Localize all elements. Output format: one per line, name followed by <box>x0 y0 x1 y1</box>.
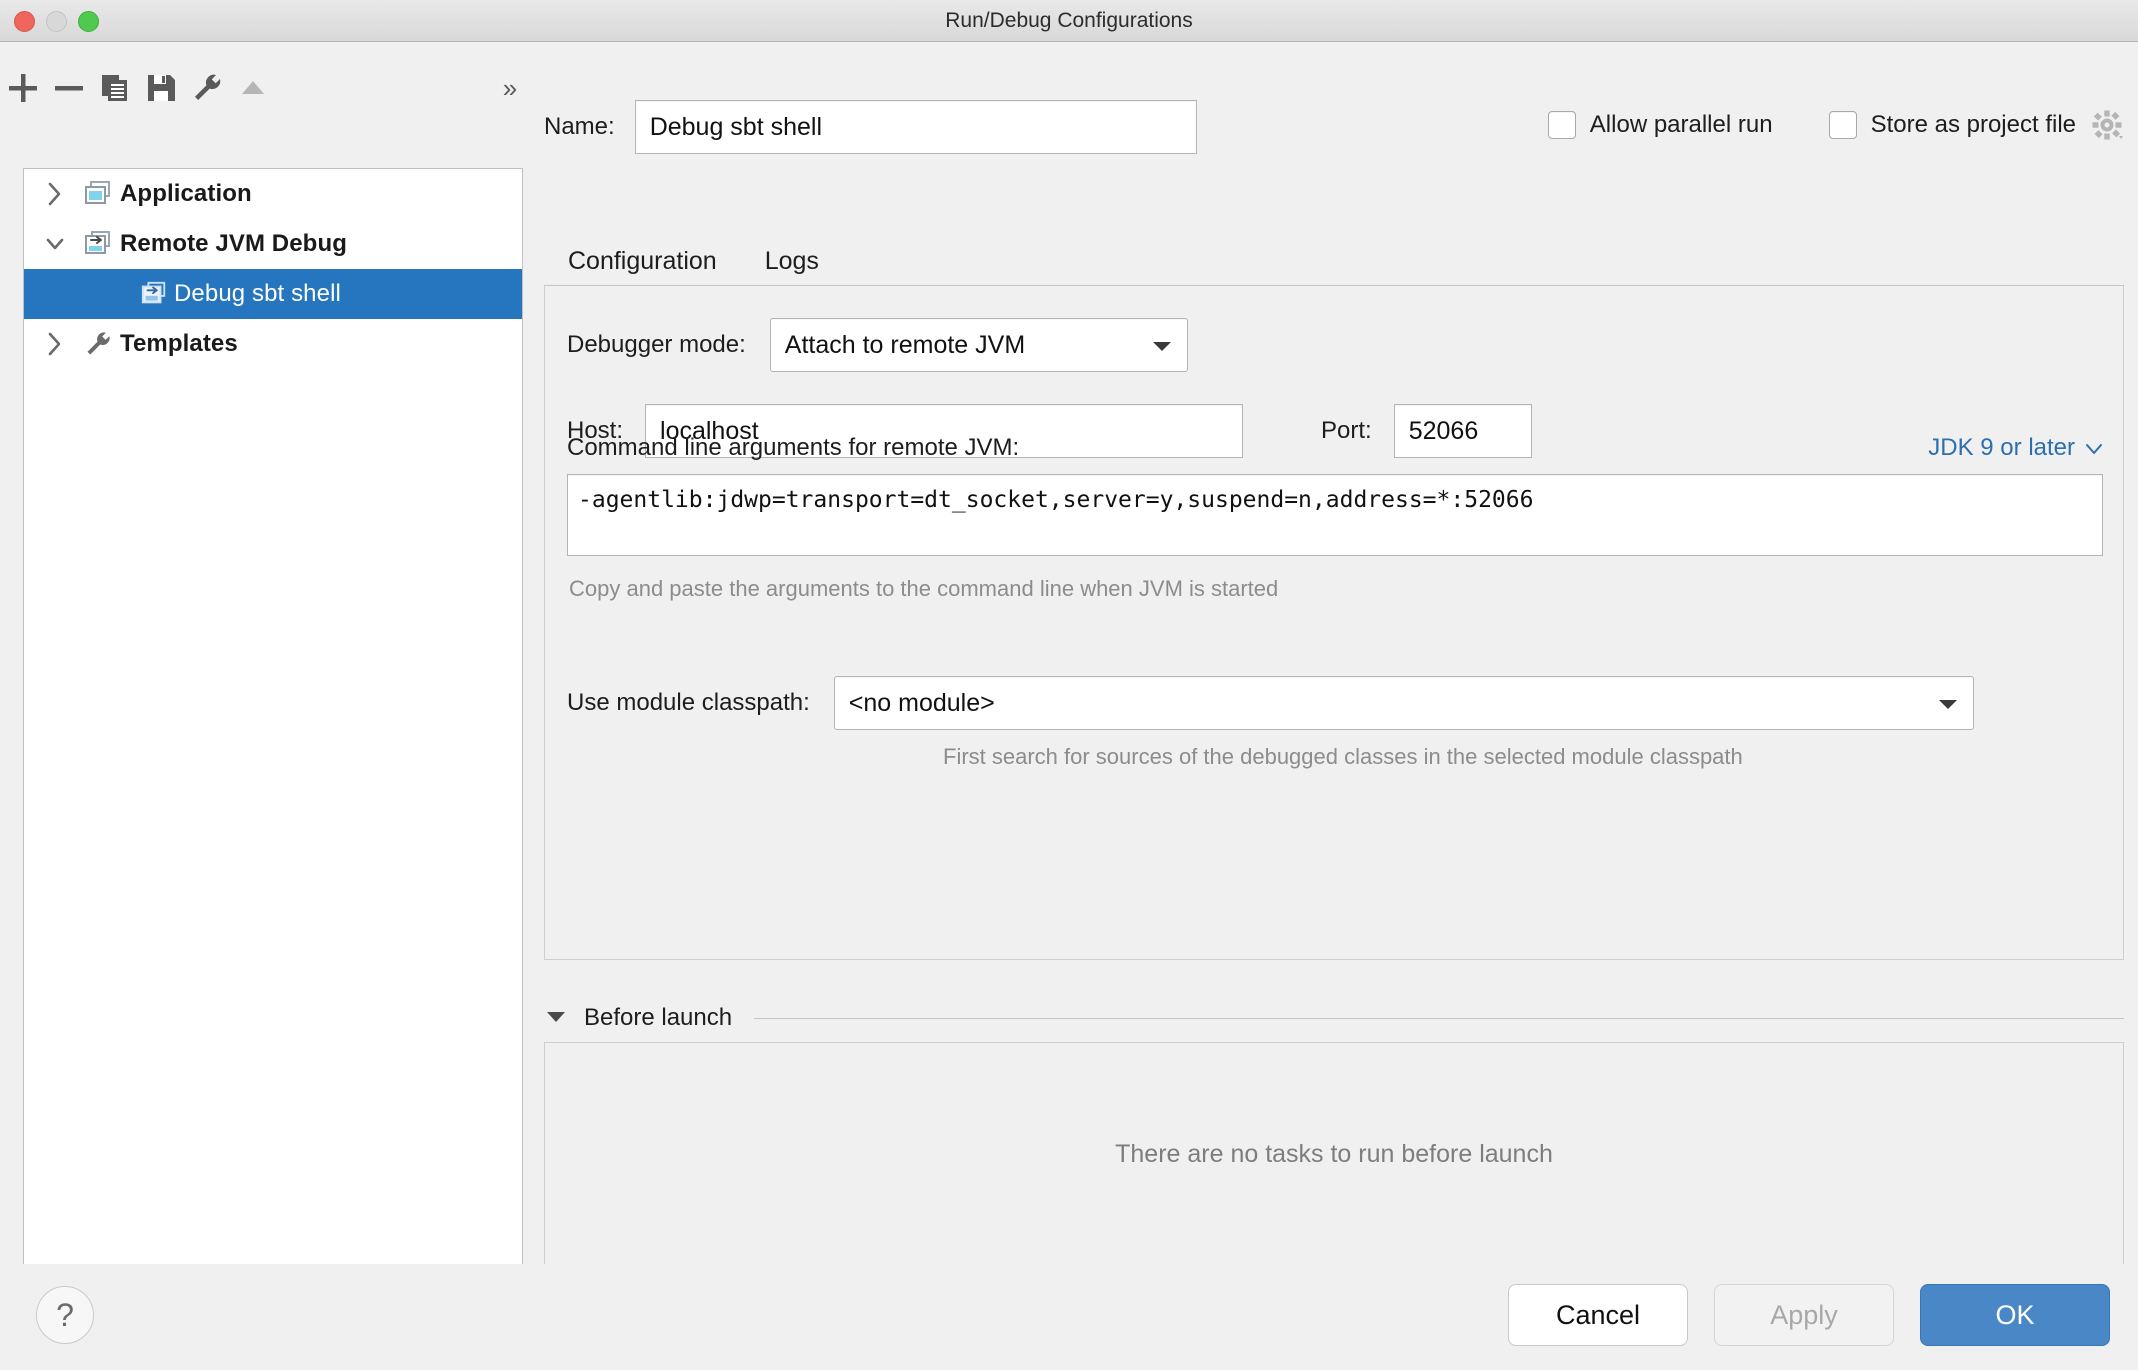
wrench-icon <box>76 330 120 358</box>
configuration-tab-panel: Debugger mode: Attach to remote JVM Host… <box>544 286 2124 960</box>
gear-icon[interactable] <box>2090 108 2124 142</box>
configuration-editor-pane: Name: Debug sbt shell Allow parallel run… <box>533 42 2138 1264</box>
ok-button[interactable]: OK <box>1920 1284 2110 1346</box>
window-titlebar: Run/Debug Configurations <box>0 0 2138 42</box>
module-classpath-hint: First search for sources of the debugged… <box>943 742 1773 772</box>
cancel-button[interactable]: Cancel <box>1508 1284 1688 1346</box>
question-mark-icon: ? <box>56 1297 74 1334</box>
name-input-value: Debug sbt shell <box>650 113 822 142</box>
name-label: Name: <box>544 113 615 141</box>
copy-icon <box>99 72 131 104</box>
triangle-up-icon <box>238 73 268 103</box>
store-as-project-file-checkbox[interactable]: Store as project file <box>1829 108 2124 142</box>
remote-jvm-debug-icon <box>76 229 120 259</box>
tree-item-remote-jvm-debug[interactable]: Remote JVM Debug <box>24 219 522 269</box>
dialog-footer: ? Cancel Apply OK <box>0 1264 2138 1370</box>
apply-button-label: Apply <box>1770 1300 1838 1331</box>
cancel-button-label: Cancel <box>1556 1300 1640 1331</box>
remote-jvm-debug-icon <box>134 280 174 308</box>
command-line-arguments-input[interactable]: -agentlib:jdwp=transport=dt_socket,serve… <box>567 474 2103 556</box>
tab-configuration[interactable]: Configuration <box>544 247 741 288</box>
chevron-down-icon <box>1151 331 1173 360</box>
tree-item-templates[interactable]: Templates <box>24 319 522 369</box>
zoom-window-button[interactable] <box>78 11 99 32</box>
command-line-label: Command line arguments for remote JVM: <box>567 434 1019 462</box>
debugger-mode-row: Debugger mode: Attach to remote JVM <box>567 318 1188 372</box>
before-launch-divider <box>754 1018 2124 1019</box>
close-window-button[interactable] <box>14 11 35 32</box>
debugger-mode-select[interactable]: Attach to remote JVM <box>770 318 1188 372</box>
tree-item-application[interactable]: Application <box>24 169 522 219</box>
wrench-icon <box>191 72 223 104</box>
debugger-mode-label: Debugger mode: <box>567 331 746 359</box>
save-configuration-button[interactable] <box>138 65 184 111</box>
name-input[interactable]: Debug sbt shell <box>635 100 1197 154</box>
ok-button-label: OK <box>1995 1300 2034 1331</box>
minus-icon <box>52 71 86 105</box>
debugger-mode-value: Attach to remote JVM <box>785 331 1025 360</box>
chevron-down-icon <box>2085 434 2103 462</box>
copy-configuration-button[interactable] <box>92 65 138 111</box>
chevron-right-icon[interactable] <box>34 331 76 357</box>
checkbox-label: Store as project file <box>1871 111 2076 139</box>
before-launch-empty-message: There are no tasks to run before launch <box>1115 1140 1553 1169</box>
module-classpath-value: <no module> <box>849 689 995 718</box>
help-button[interactable]: ? <box>36 1286 94 1344</box>
window-title: Run/Debug Configurations <box>0 9 2138 33</box>
command-line-arguments-value: -agentlib:jdwp=transport=dt_socket,serve… <box>578 487 1533 513</box>
command-line-header: Command line arguments for remote JVM: J… <box>567 434 2103 462</box>
checkbox-box[interactable] <box>1548 111 1576 139</box>
tree-item-label: Application <box>120 180 252 208</box>
tab-label: Logs <box>765 247 819 275</box>
configuration-options-group: Allow parallel run Store as project file <box>1492 108 2124 142</box>
tab-label: Configuration <box>568 247 717 275</box>
dialog-buttons: Cancel Apply OK <box>1508 1284 2110 1346</box>
configurations-tree[interactable]: Application Remote JVM Debug <box>23 168 523 1302</box>
more-options-button[interactable]: » <box>487 65 533 111</box>
name-field-row: Name: Debug sbt shell <box>544 100 1197 154</box>
jdk-version-label: JDK 9 or later <box>1928 434 2075 462</box>
dialog-body: » Application <box>0 42 2138 1370</box>
tree-item-label: Debug sbt shell <box>174 280 341 308</box>
chevron-down-icon[interactable] <box>34 233 76 255</box>
traffic-light-group <box>14 0 99 42</box>
edit-templates-button[interactable] <box>184 65 230 111</box>
checkbox-label: Allow parallel run <box>1590 111 1773 139</box>
configurations-toolbar: » <box>0 56 533 120</box>
move-up-button[interactable] <box>230 65 276 111</box>
jdk-version-selector[interactable]: JDK 9 or later <box>1928 434 2103 462</box>
chevron-down-icon <box>1937 689 1959 718</box>
application-config-icon <box>76 179 120 209</box>
module-classpath-select[interactable]: <no module> <box>834 676 1974 730</box>
remove-configuration-button[interactable] <box>46 65 92 111</box>
tree-item-debug-sbt-shell[interactable]: Debug sbt shell <box>24 269 522 319</box>
add-configuration-button[interactable] <box>0 65 46 111</box>
configurations-left-pane: » Application <box>0 42 533 1264</box>
checkbox-box[interactable] <box>1829 111 1857 139</box>
command-line-hint: Copy and paste the arguments to the comm… <box>569 574 1278 604</box>
chevron-right-icon[interactable] <box>34 181 76 207</box>
save-icon <box>145 72 177 104</box>
tab-logs[interactable]: Logs <box>741 247 843 288</box>
module-classpath-row: Use module classpath: <no module> <box>567 676 1974 730</box>
module-classpath-label: Use module classpath: <box>567 689 810 717</box>
editor-tabs: Configuration Logs <box>544 232 2124 288</box>
minimize-window-button[interactable] <box>46 11 67 32</box>
tree-item-label: Templates <box>120 330 238 358</box>
allow-parallel-run-checkbox[interactable]: Allow parallel run <box>1548 111 1773 139</box>
before-launch-header[interactable]: Before launch <box>544 1004 2124 1032</box>
tree-item-label: Remote JVM Debug <box>120 230 347 258</box>
before-launch-title: Before launch <box>584 1004 732 1032</box>
triangle-down-icon[interactable] <box>544 1008 568 1029</box>
plus-icon <box>6 71 40 105</box>
chevron-double-right-icon: » <box>503 73 517 104</box>
before-launch-panel[interactable]: There are no tasks to run before launch <box>544 1042 2124 1266</box>
apply-button[interactable]: Apply <box>1714 1284 1894 1346</box>
